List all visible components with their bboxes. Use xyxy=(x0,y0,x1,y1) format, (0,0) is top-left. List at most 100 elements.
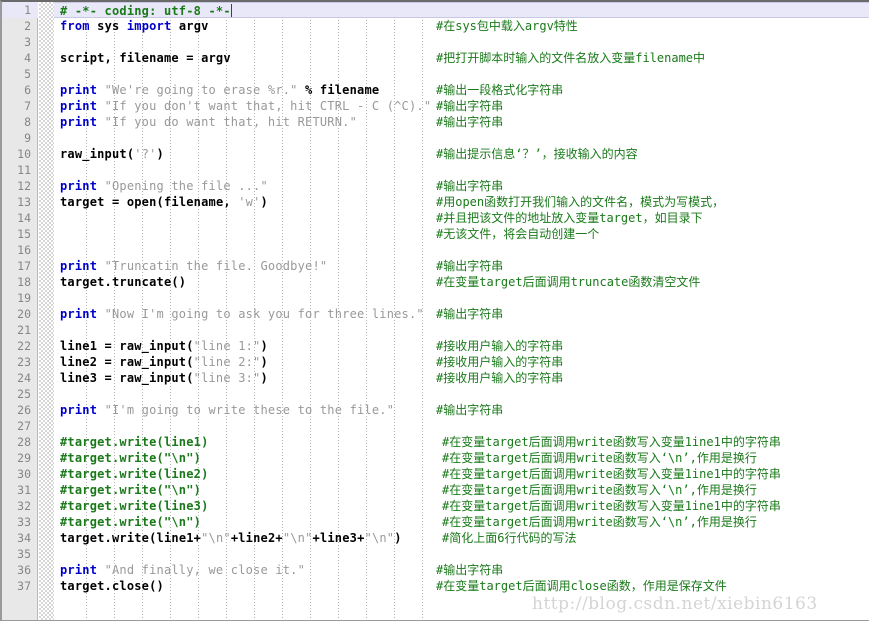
line-number: 19 xyxy=(17,291,31,305)
code-line-content[interactable]: print "And finally, we close it." #输出字符串 xyxy=(54,562,869,578)
line-number: 20 xyxy=(17,307,31,321)
code-line[interactable]: 12 print "Opening the file ..." #输出字符串 xyxy=(2,178,869,194)
code-line-content[interactable] xyxy=(54,162,869,178)
code-line[interactable]: 11 xyxy=(2,162,869,178)
code-tokens: #target.write("\n") xyxy=(60,482,201,498)
line-number: 5 xyxy=(24,67,31,81)
code-line-content[interactable]: #target.write("\n") #在变量target后面调用write函数… xyxy=(54,450,869,466)
code-line-content[interactable]: print "Truncatin the file. Goodbye!" #输出字… xyxy=(54,258,869,274)
code-line[interactable]: 34 target.write(line1+"\n"+line2+"\n"+lin… xyxy=(2,530,869,546)
code-line[interactable]: 10 raw_input('?') #输出提示信息‘？’，接收输入的内容 xyxy=(2,146,869,162)
code-line-content[interactable] xyxy=(54,386,869,402)
token-str: "Now I'm going to ask you for three line… xyxy=(104,307,424,321)
code-line[interactable]: 20 print "Now I'm going to ask you for th… xyxy=(2,306,869,322)
code-line-content[interactable] xyxy=(54,546,869,562)
token-id: filename xyxy=(319,83,380,97)
code-line-content[interactable] xyxy=(54,322,869,338)
code-line[interactable]: 37 target.close() #在变量target后面调用close函数，作用… xyxy=(2,578,869,594)
code-line-content[interactable]: print "Opening the file ..." #输出字符串 xyxy=(54,178,869,194)
text-cursor xyxy=(230,4,232,17)
code-line-content[interactable]: print "I'm going to write these to the f… xyxy=(54,402,869,418)
code-line[interactable]: 2 from sys import argv #在sys包中载入argv特性 xyxy=(2,18,869,34)
code-line-content[interactable]: #target.write(line3) #在变量target后面调用write函… xyxy=(54,498,869,514)
code-line[interactable]: 16 xyxy=(2,242,869,258)
code-line-content[interactable]: target = open(filename, 'w') #用open函数打开我们… xyxy=(54,194,869,210)
code-line-content[interactable]: target.write(line1+"\n"+line2+"\n"+line3… xyxy=(54,530,869,546)
code-line[interactable]: 3 xyxy=(2,34,869,50)
code-line-content[interactable]: target.close() #在变量target后面调用close函数，作用是保… xyxy=(54,578,869,594)
code-line[interactable]: 27 xyxy=(2,418,869,434)
line-number: 31 xyxy=(17,483,31,497)
token-plain: ( xyxy=(186,371,194,385)
code-line-content[interactable]: #target.write("\n") #在变量target后面调用write函数… xyxy=(54,482,869,498)
code-line-content[interactable] xyxy=(54,130,869,146)
code-line-content[interactable] xyxy=(54,242,869,258)
code-line-content[interactable]: print "If you don't want that, hit CTRL … xyxy=(54,98,869,114)
code-line[interactable]: 15 #无该文件，将会自动创建一个 xyxy=(2,226,869,242)
token-plain: ) xyxy=(260,195,268,209)
code-line[interactable]: 24 line3 = raw_input("line 3:") #接收用户输入的字符… xyxy=(2,370,869,386)
code-line-content[interactable]: #并且把该文件的地址放入变量target，如目录下 xyxy=(54,210,869,226)
code-line[interactable]: 6 print "We're going to erase %r." % file… xyxy=(2,82,869,98)
code-line-content[interactable]: #target.write("\n") #在变量target后面调用write函数… xyxy=(54,514,869,530)
token-id: line3 = raw_input xyxy=(60,371,187,385)
trailing-comment: #输出字符串 xyxy=(436,403,504,417)
code-line-content[interactable]: print "Now I'm going to ask you for thre… xyxy=(54,306,869,322)
code-line-content[interactable]: script, filename = argv #把打开脚本时输入的文件名放入变量… xyxy=(54,50,869,66)
code-line-content[interactable]: raw_input('?') #输出提示信息‘？’，接收输入的内容 xyxy=(54,146,869,162)
code-line[interactable]: 29 #target.write("\n") #在变量target后面调用write… xyxy=(2,450,869,466)
code-line-content[interactable]: #target.write(line2) #在变量target后面调用write函… xyxy=(54,466,869,482)
code-line-content[interactable]: from sys import argv #在sys包中载入argv特性 xyxy=(54,18,869,34)
line-number: 1 xyxy=(2,2,38,18)
code-line-content[interactable]: #target.write(line1) #在变量target后面调用write函… xyxy=(54,434,869,450)
code-line-content[interactable] xyxy=(54,34,869,50)
code-line[interactable]: 8 print "If you do want that, hit RETURN.… xyxy=(2,114,869,130)
code-line[interactable]: 1 # -*- coding: utf-8 -*- xyxy=(2,2,869,18)
code-line[interactable]: 4 script, filename = argv #把打开脚本时输入的文件名放入变… xyxy=(2,50,869,66)
code-tokens: print "Opening the file ..." xyxy=(60,178,268,194)
code-line[interactable]: 35 xyxy=(2,546,869,562)
code-line[interactable]: 9 xyxy=(2,130,869,146)
code-line[interactable]: 32 #target.write(line3) #在变量target后面调用writ… xyxy=(2,498,869,514)
code-editor[interactable]: 1 # -*- coding: utf-8 -*- 2 from sys import… xyxy=(0,0,869,621)
code-line-content[interactable] xyxy=(54,66,869,82)
line-number: 11 xyxy=(17,163,31,177)
code-line[interactable]: 13 target = open(filename, 'w') #用open函数打开… xyxy=(2,194,869,210)
trailing-comment: #输出字符串 xyxy=(436,99,504,113)
code-line[interactable]: 36 print "And finally, we close it." #输出字符… xyxy=(2,562,869,578)
code-line[interactable]: 18 target.truncate() #在变量target后面调用truncat… xyxy=(2,274,869,290)
code-line-content[interactable]: print "We're going to erase %r." % filen… xyxy=(54,82,869,98)
code-line[interactable]: 7 print "If you don't want that, hit CTRL… xyxy=(2,98,869,114)
code-line[interactable]: 17 print "Truncatin the file. Goodbye!" #输… xyxy=(2,258,869,274)
code-line-content[interactable] xyxy=(54,418,869,434)
code-line[interactable]: 21 xyxy=(2,322,869,338)
code-line-content[interactable]: #无该文件，将会自动创建一个 xyxy=(54,226,869,242)
code-tokens: from sys import argv xyxy=(60,18,209,34)
code-line[interactable]: 22 line1 = raw_input("line 1:") #接收用户输入的字符… xyxy=(2,338,869,354)
trailing-comment: #接收用户输入的字符串 xyxy=(436,371,564,385)
code-line-content[interactable]: target.truncate() #在变量target后面调用truncate函… xyxy=(54,274,869,290)
code-line[interactable]: 5 xyxy=(2,66,869,82)
code-line[interactable]: 31 #target.write("\n") #在变量target后面调用write… xyxy=(2,482,869,498)
code-line[interactable]: 28 #target.write(line1) #在变量target后面调用writ… xyxy=(2,434,869,450)
code-line-content[interactable]: line2 = raw_input("line 2:") #接收用户输入的字符串 xyxy=(54,354,869,370)
line-number: 10 xyxy=(17,147,31,161)
code-line-content[interactable] xyxy=(54,290,869,306)
code-line[interactable]: 26 print "I'm going to write these to the… xyxy=(2,402,869,418)
code-line-content[interactable]: line1 = raw_input("line 1:") #接收用户输入的字符串 xyxy=(54,338,869,354)
token-plain: + xyxy=(193,531,202,545)
code-line-content[interactable]: # -*- coding: utf-8 -*- xyxy=(54,2,869,18)
code-line[interactable]: 19 xyxy=(2,290,869,306)
line-number: 30 xyxy=(17,467,31,481)
code-line[interactable]: 33 #target.write("\n") #在变量target后面调用write… xyxy=(2,514,869,530)
code-line-content[interactable]: print "If you do want that, hit RETURN."… xyxy=(54,114,869,130)
line-number: 33 xyxy=(17,515,31,529)
code-line[interactable]: 25 xyxy=(2,386,869,402)
code-line[interactable]: 23 line2 = raw_input("line 2:") #接收用户输入的字符… xyxy=(2,354,869,370)
code-line[interactable]: 30 #target.write(line2) #在变量target后面调用writ… xyxy=(2,466,869,482)
code-line[interactable]: 14 #并且把该文件的地址放入变量target，如目录下 xyxy=(2,210,869,226)
code-line-content[interactable]: line3 = raw_input("line 3:") #接收用户输入的字符串 xyxy=(54,370,869,386)
token-plain: () xyxy=(171,275,187,289)
